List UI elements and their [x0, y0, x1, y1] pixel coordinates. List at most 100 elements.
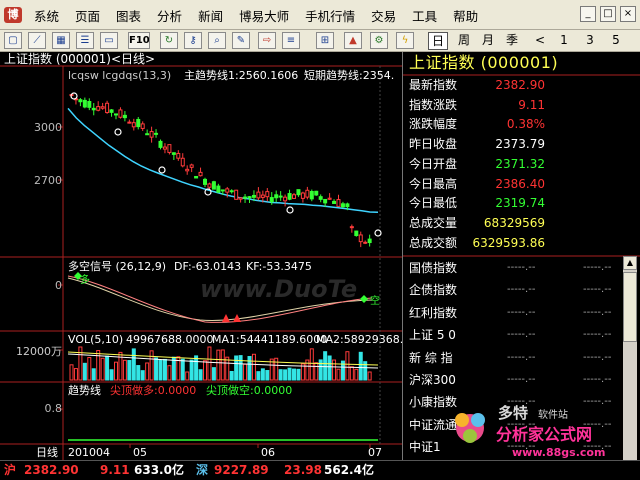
signal-kf: KF:-53.3475 — [246, 260, 312, 273]
signal-title: 多空信号 (26,12,9) — [68, 260, 167, 273]
period-1min[interactable]: 1 — [558, 32, 570, 50]
alarm-icon[interactable]: ▲ — [344, 32, 362, 49]
period-3min[interactable]: 3 — [584, 32, 596, 50]
index-value: -----.-- — [583, 284, 612, 296]
quote-key: 涨跌幅度 — [409, 117, 458, 132]
volume-bar — [309, 348, 314, 381]
quote-row-prev-close: 昨日收盘 2373.79 — [403, 135, 640, 155]
x-tick-07: 07 — [368, 446, 382, 459]
period-prev[interactable]: < — [534, 32, 546, 50]
key-icon[interactable]: ⚷ — [184, 32, 202, 49]
minimize-icon[interactable]: _ — [580, 6, 596, 22]
quote-row-latest: 最新指数 2382.90 — [403, 76, 640, 96]
volume-bar — [336, 368, 341, 381]
chart-area[interactable]: 上证指数 (000001)<日线> lcqsw lcgdqs(13,3) 主趋势… — [0, 52, 410, 460]
candle-body — [278, 195, 283, 198]
f10-icon[interactable]: F10 — [128, 32, 150, 49]
status-sz-change: 23.98 — [284, 463, 322, 477]
quote-value: 2386.40 — [495, 176, 545, 191]
candle-body — [265, 191, 270, 198]
candle-body — [225, 188, 230, 193]
scroll-up-icon[interactable]: ▲ — [623, 256, 637, 270]
volume-bar — [149, 350, 154, 381]
period-5min[interactable]: 5 — [610, 32, 622, 50]
index-list-item[interactable]: 沪深300 -----.-- -----.-- — [403, 369, 640, 391]
index-list-item[interactable]: 新 综 指 -----.-- -----.-- — [403, 347, 640, 369]
index-list-item[interactable]: 红利指数 -----.-- -----.-- — [403, 302, 640, 324]
grid-icon[interactable]: ⊞ — [316, 32, 334, 49]
candle-body — [234, 189, 239, 200]
candle-body — [332, 200, 337, 204]
list-icon[interactable]: ≡ — [282, 32, 300, 49]
candle-body — [87, 101, 92, 108]
candle-body — [207, 183, 212, 188]
candle-body — [251, 194, 256, 198]
scroll-thumb[interactable] — [623, 272, 637, 342]
period-month[interactable]: 月 — [480, 32, 496, 50]
menu-boyi-master[interactable]: 博易大师 — [231, 6, 297, 25]
refresh-icon[interactable]: ↻ — [160, 32, 178, 49]
index-list-item[interactable]: 国债指数 -----.-- -----.-- — [403, 257, 640, 279]
menu-trade[interactable]: 交易 — [363, 6, 404, 25]
candle-body — [131, 122, 136, 128]
news-icon[interactable]: ☰ — [76, 32, 94, 49]
quote-row-low: 今日最低 2319.74 — [403, 194, 640, 214]
index-value: -----.-- — [583, 329, 612, 341]
settings-icon[interactable]: ⚙ — [370, 32, 388, 49]
candle-body — [158, 140, 163, 148]
maximize-icon[interactable]: □ — [600, 6, 616, 22]
line-chart-icon[interactable]: ⟋ — [28, 32, 46, 49]
index-name: 沪深300 — [409, 373, 456, 387]
quote-key: 总成交额 — [409, 235, 458, 250]
period-day[interactable]: 日 — [428, 32, 448, 50]
candle-body — [305, 189, 310, 198]
lightning-icon[interactable]: ϟ — [396, 32, 414, 49]
exit-icon[interactable]: ⇨ — [258, 32, 276, 49]
period-season[interactable]: 季 — [504, 32, 520, 50]
menu-help[interactable]: 帮助 — [445, 6, 486, 25]
candle-body — [336, 199, 341, 207]
candle-body — [269, 197, 274, 203]
candle-body — [345, 203, 350, 208]
index-list-item[interactable]: 上证 5 0 -----.-- -----.-- — [403, 324, 640, 346]
candle-body — [247, 196, 252, 199]
pen-icon[interactable]: ✎ — [232, 32, 250, 49]
candle-body — [162, 146, 167, 150]
trend-top-short: 尖顶做空:0.0000 — [206, 384, 293, 397]
table-icon[interactable]: ▦ — [52, 32, 70, 49]
menu-mobile-quotes[interactable]: 手机行情 — [297, 6, 363, 25]
menu-system[interactable]: 系统 — [26, 6, 67, 25]
candle-body — [309, 190, 314, 200]
menu-analysis[interactable]: 分析 — [149, 6, 190, 25]
volume-bar — [292, 368, 296, 381]
menu-page[interactable]: 页面 — [67, 6, 108, 25]
candle-body — [318, 196, 323, 200]
candle-body — [176, 152, 181, 159]
toolbar: ▢ ⟋ ▦ ☰ ▭ F10 ↻ ⚷ ⌕ ✎ ⇨ ≡ ⊞ ▲ ⚙ ϟ 日 周 月 … — [0, 30, 640, 52]
magnifier-icon[interactable]: ⌕ — [208, 32, 226, 49]
volume-bar — [162, 358, 167, 381]
close-icon[interactable]: × — [620, 6, 636, 22]
index-list-item[interactable]: 企债指数 -----.-- -----.-- — [403, 279, 640, 301]
volume-bar — [247, 356, 252, 381]
index-value: -----.-- — [507, 374, 536, 385]
volume-bar — [96, 350, 101, 381]
vol-value: 49967688.0000 — [126, 333, 214, 346]
status-sh-change: 9.11 — [100, 463, 130, 477]
index-name: 新 综 指 — [409, 350, 453, 365]
menu-chart[interactable]: 图表 — [108, 6, 149, 25]
quote-row-amount: 总成交额 6329593.86 — [403, 234, 640, 254]
menu-news[interactable]: 新闻 — [190, 6, 231, 25]
menu-tools[interactable]: 工具 — [404, 6, 445, 25]
trend-top-more: 尖顶做多:0.0000 — [110, 384, 197, 397]
volume-bar — [131, 348, 136, 381]
candle-body — [105, 102, 110, 114]
window-icon[interactable]: ▭ — [100, 32, 118, 49]
signal-circle-marker — [158, 166, 166, 174]
volume-bar — [127, 360, 132, 381]
volume-bar — [256, 371, 261, 381]
candle-body — [140, 123, 145, 129]
period-week[interactable]: 周 — [456, 32, 472, 50]
candle-body — [260, 194, 265, 198]
blank-page-icon[interactable]: ▢ — [4, 32, 22, 49]
